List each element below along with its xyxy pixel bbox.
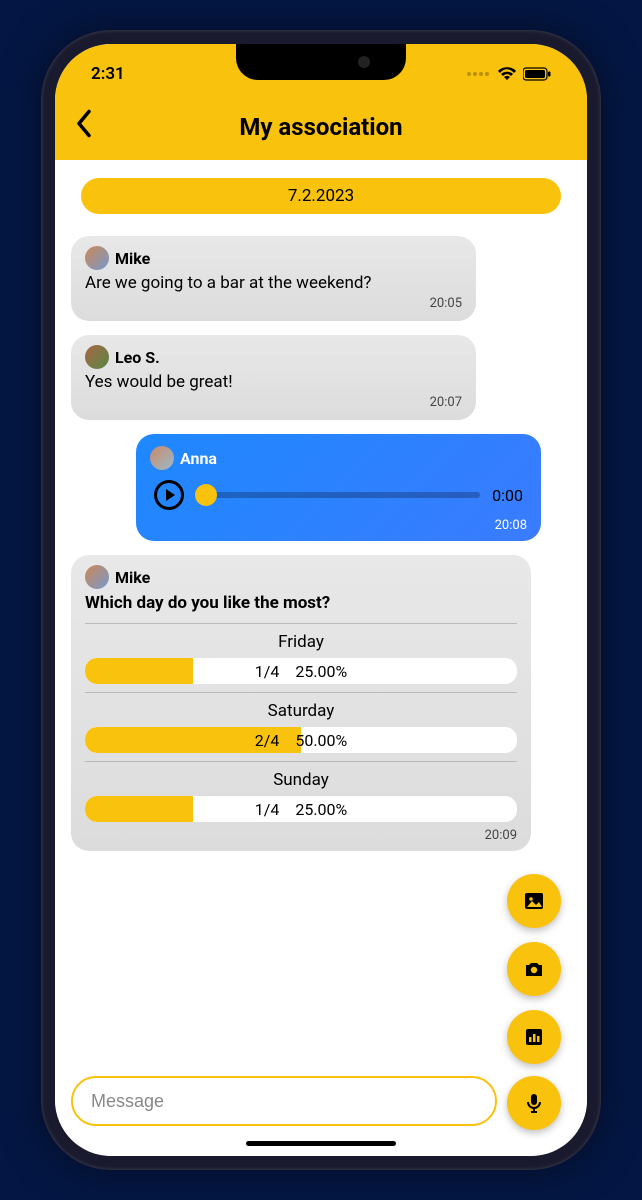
back-button[interactable]	[75, 110, 93, 145]
header: My association	[55, 94, 587, 160]
chat-area[interactable]: 7.2.2023 Mike Are we going to a bar at t…	[55, 160, 587, 1156]
sender-name: Anna	[180, 449, 217, 468]
date-pill: 7.2.2023	[81, 178, 561, 214]
mic-button[interactable]	[507, 1076, 561, 1130]
status-icons	[467, 67, 551, 81]
screen: 2:31 My association 7.2.2023 Mike	[55, 44, 587, 1156]
poll-question: Which day do you like the most?	[85, 593, 517, 613]
gallery-button[interactable]	[507, 874, 561, 928]
audio-duration: 0:00	[492, 486, 523, 505]
poll-option-label: Saturday	[85, 701, 517, 721]
poll-count: 1/4	[255, 800, 280, 819]
divider	[85, 761, 517, 762]
poll-bar[interactable]: 1/4 25.00%	[85, 658, 517, 684]
fab-column	[507, 874, 561, 1064]
poll-fill	[85, 796, 193, 822]
poll-bubble[interactable]: Mike Which day do you like the most? Fri…	[71, 555, 531, 851]
home-indicator[interactable]	[246, 1141, 396, 1146]
divider	[85, 692, 517, 693]
wifi-icon	[497, 67, 517, 81]
signal-dots-icon	[467, 72, 489, 76]
avatar	[150, 446, 174, 470]
message-time: 20:07	[85, 395, 462, 410]
chevron-left-icon	[75, 110, 93, 138]
message-input[interactable]	[91, 1091, 477, 1112]
message-time: 20:05	[85, 296, 462, 311]
page-title: My association	[239, 113, 402, 141]
phone-frame: 2:31 My association 7.2.2023 Mike	[41, 30, 601, 1170]
bar-chart-icon	[522, 1025, 546, 1049]
message-time: 20:09	[85, 828, 517, 843]
audio-knob[interactable]	[195, 484, 217, 506]
play-button[interactable]	[154, 480, 184, 510]
poll-option[interactable]: Saturday 2/4 50.00%	[85, 701, 517, 753]
poll-percent: 25.00%	[295, 800, 347, 819]
poll-option[interactable]: Sunday 1/4 25.00%	[85, 770, 517, 822]
message-bubble[interactable]: Leo S. Yes would be great! 20:07	[71, 335, 476, 420]
sender-name: Mike	[115, 249, 150, 268]
sender-name: Leo S.	[115, 348, 160, 367]
message-input-container[interactable]	[71, 1076, 497, 1126]
message-bubble[interactable]: Mike Are we going to a bar at the weeken…	[71, 236, 476, 321]
poll-option[interactable]: Friday 1/4 25.00%	[85, 632, 517, 684]
poll-bar[interactable]: 1/4 25.00%	[85, 796, 517, 822]
image-icon	[522, 889, 546, 913]
avatar	[85, 345, 109, 369]
camera-button[interactable]	[507, 942, 561, 996]
poll-button[interactable]	[507, 1010, 561, 1064]
status-time: 2:31	[91, 64, 125, 84]
message-text: Yes would be great!	[85, 371, 462, 393]
sender-name: Mike	[115, 568, 150, 587]
battery-icon	[523, 67, 551, 81]
poll-count: 1/4	[255, 662, 280, 681]
poll-bar[interactable]: 2/4 50.00%	[85, 727, 517, 753]
audio-message-bubble[interactable]: Anna 0:00 20:08	[136, 434, 541, 541]
poll-option-label: Sunday	[85, 770, 517, 790]
avatar	[85, 246, 109, 270]
poll-percent: 50.00%	[295, 731, 347, 750]
poll-count: 2/4	[255, 731, 280, 750]
avatar	[85, 565, 109, 589]
message-time: 20:08	[150, 518, 527, 533]
camera-icon	[522, 957, 546, 981]
poll-percent: 25.00%	[295, 662, 347, 681]
poll-fill	[85, 658, 193, 684]
audio-slider[interactable]	[196, 492, 480, 498]
poll-option-label: Friday	[85, 632, 517, 652]
mic-icon	[522, 1091, 546, 1115]
divider	[85, 623, 517, 624]
notch	[236, 44, 406, 80]
message-text: Are we going to a bar at the weekend?	[85, 272, 462, 294]
